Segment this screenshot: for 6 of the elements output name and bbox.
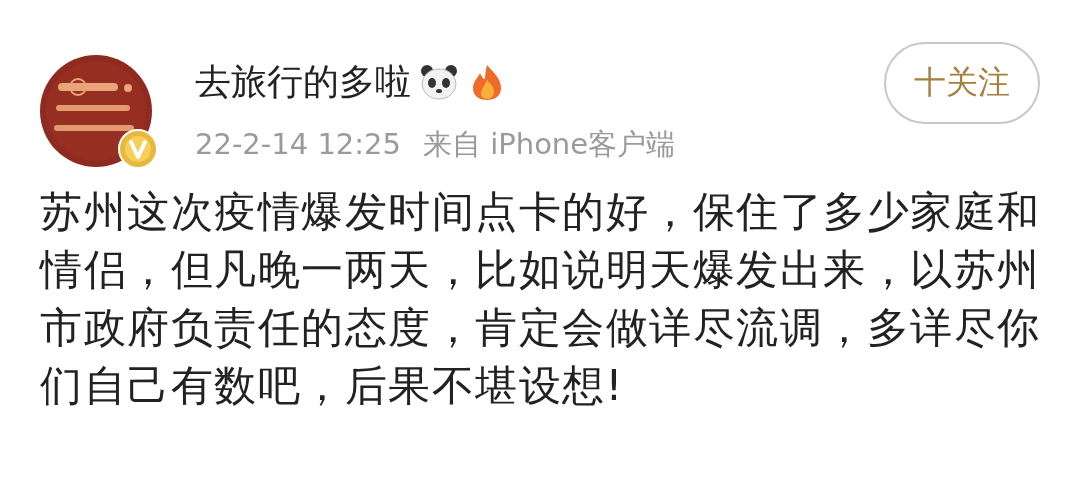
panda-icon bbox=[419, 62, 459, 102]
author-name[interactable]: 去旅行的多啦 bbox=[195, 60, 411, 104]
post-text: 苏州这次疫情爆发时间点卡的好，保住了多少家庭和情侣，但凡晚一两天，比如说明天爆发出来，以苏州市政府负责任的态度，肯定会做详尽流调，多详尽你们自己有数吧，后果不堪设想! bbox=[40, 186, 1042, 412]
follow-button[interactable]: 十关注 bbox=[884, 42, 1040, 124]
post-time: 22-2-14 12:25 bbox=[195, 126, 401, 162]
post-source: 来自 iPhone客户端 bbox=[423, 126, 676, 162]
